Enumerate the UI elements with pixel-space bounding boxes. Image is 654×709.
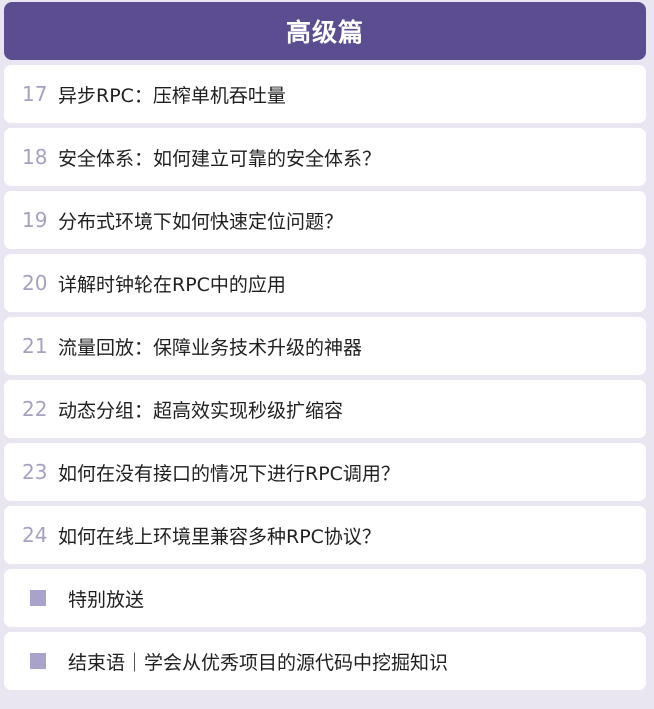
- course-section: 高级篇 17 异步RPC：压榨单机吞吐量 18 安全体系：如何建立可靠的安全体系…: [0, 0, 654, 709]
- lesson-title: 如何在线上环境里兼容多种RPC协议？: [58, 525, 381, 548]
- lesson-item-23[interactable]: 23 如何在没有接口的情况下进行RPC调用？: [4, 443, 646, 501]
- extra-title: 结束语｜学会从优秀项目的源代码中挖掘知识: [68, 651, 449, 674]
- lesson-item-20[interactable]: 20 详解时钟轮在RPC中的应用: [4, 254, 646, 312]
- lesson-title: 流量回放：保障业务技术升级的神器: [58, 336, 363, 359]
- lesson-title: 异步RPC：压榨单机吞吐量: [58, 84, 286, 107]
- lesson-number: 21: [22, 334, 48, 358]
- section-title: 高级篇: [285, 18, 364, 47]
- lesson-number: 22: [22, 397, 48, 421]
- lesson-number: 24: [22, 523, 48, 547]
- lesson-number: 23: [22, 460, 48, 484]
- lesson-title: 如何在没有接口的情况下进行RPC调用？: [58, 462, 400, 485]
- square-bullet-icon: [30, 590, 46, 606]
- lesson-item-19[interactable]: 19 分布式环境下如何快速定位问题？: [4, 191, 646, 249]
- lesson-title: 动态分组：超高效实现秒级扩缩容: [58, 399, 344, 422]
- lesson-item-17[interactable]: 17 异步RPC：压榨单机吞吐量: [4, 65, 646, 123]
- lesson-title: 详解时钟轮在RPC中的应用: [58, 273, 286, 296]
- lesson-item-21[interactable]: 21 流量回放：保障业务技术升级的神器: [4, 317, 646, 375]
- extra-title: 特别放送: [68, 588, 145, 611]
- lesson-number: 20: [22, 271, 48, 295]
- section-header: 高级篇: [4, 2, 646, 60]
- lesson-title: 分布式环境下如何快速定位问题？: [58, 210, 344, 233]
- lesson-number: 19: [22, 208, 48, 232]
- lesson-item-22[interactable]: 22 动态分组：超高效实现秒级扩缩容: [4, 380, 646, 438]
- lesson-number: 17: [22, 82, 48, 106]
- lesson-number: 18: [22, 145, 48, 169]
- lesson-item-18[interactable]: 18 安全体系：如何建立可靠的安全体系？: [4, 128, 646, 186]
- extra-item-conclusion[interactable]: 结束语｜学会从优秀项目的源代码中挖掘知识: [4, 632, 646, 690]
- square-bullet-icon: [30, 653, 46, 669]
- lesson-item-24[interactable]: 24 如何在线上环境里兼容多种RPC协议？: [4, 506, 646, 564]
- extra-item-special[interactable]: 特别放送: [4, 569, 646, 627]
- lesson-list: 17 异步RPC：压榨单机吞吐量 18 安全体系：如何建立可靠的安全体系？ 19…: [4, 65, 646, 690]
- lesson-title: 安全体系：如何建立可靠的安全体系？: [58, 147, 382, 170]
